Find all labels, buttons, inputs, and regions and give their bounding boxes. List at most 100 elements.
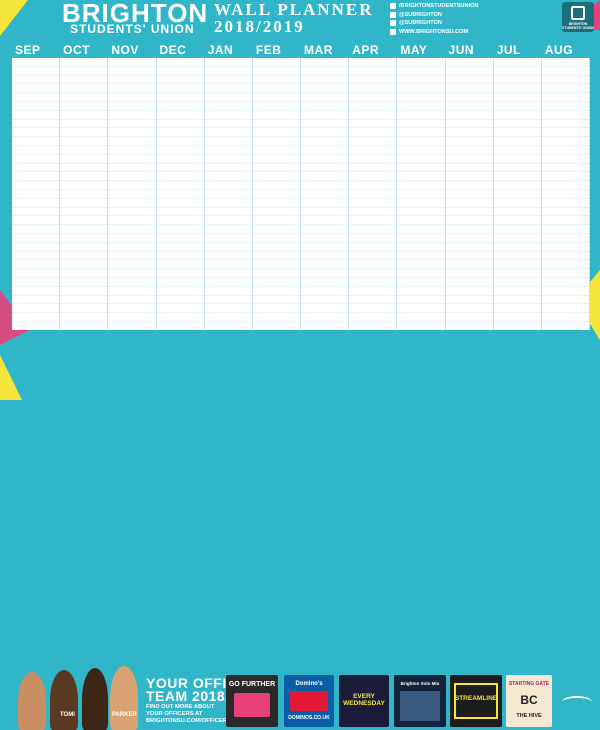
day-cell[interactable] (301, 234, 349, 243)
day-cell[interactable] (156, 278, 204, 287)
day-cell[interactable] (60, 172, 108, 182)
day-cell[interactable] (301, 225, 349, 234)
day-cell[interactable] (301, 252, 349, 261)
day-cell[interactable] (445, 243, 493, 252)
day-cell[interactable] (156, 137, 204, 146)
day-cell[interactable] (301, 93, 349, 102)
day-cell[interactable] (301, 102, 349, 111)
day-cell[interactable] (445, 181, 493, 190)
day-cell[interactable] (60, 137, 108, 146)
day-cell[interactable] (493, 313, 541, 322)
day-cell[interactable] (156, 252, 204, 261)
day-cell[interactable] (108, 216, 156, 226)
day-cell[interactable] (108, 76, 156, 85)
day-cell[interactable] (12, 313, 60, 322)
day-cell[interactable] (60, 164, 108, 173)
day-cell[interactable] (12, 260, 60, 270)
day-cell[interactable] (397, 120, 445, 129)
day-cell[interactable] (156, 208, 204, 217)
day-cell[interactable] (252, 278, 301, 287)
day-cell[interactable] (156, 269, 204, 278)
day-cell[interactable] (204, 304, 252, 314)
day-cell[interactable] (252, 67, 301, 76)
officers-link[interactable]: BRIGHTONSU.COM/OFFICERS (146, 718, 231, 725)
day-cell[interactable] (445, 313, 493, 322)
day-cell[interactable] (301, 208, 349, 217)
day-cell[interactable] (397, 155, 445, 164)
day-cell[interactable] (60, 208, 108, 217)
day-cell[interactable] (108, 208, 156, 217)
day-cell[interactable] (12, 164, 60, 173)
day-cell[interactable] (156, 58, 204, 67)
day-cell[interactable] (60, 120, 108, 129)
day-cell[interactable] (156, 304, 204, 314)
day-cell[interactable] (12, 181, 60, 190)
day-cell[interactable] (12, 120, 60, 129)
day-cell[interactable] (108, 58, 156, 67)
day-cell[interactable] (204, 296, 252, 305)
day-cell[interactable] (108, 234, 156, 243)
day-cell[interactable] (204, 111, 252, 120)
day-cell[interactable] (541, 172, 590, 182)
day-cell[interactable] (108, 102, 156, 111)
day-cell[interactable] (156, 128, 204, 138)
day-cell[interactable] (541, 84, 590, 94)
day-cell[interactable] (12, 128, 60, 138)
day-cell[interactable] (12, 208, 60, 217)
day-cell[interactable] (493, 269, 541, 278)
day-cell[interactable] (60, 146, 108, 155)
day-cell[interactable] (493, 102, 541, 111)
day-cell[interactable] (156, 216, 204, 226)
day-cell[interactable] (204, 243, 252, 252)
day-cell[interactable] (301, 287, 349, 296)
day-cell[interactable] (204, 216, 252, 226)
ad-solo-mio[interactable]: Brighton Solo Mio (394, 675, 446, 727)
day-cell[interactable] (108, 155, 156, 164)
day-cell[interactable] (397, 234, 445, 243)
day-cell[interactable] (493, 146, 541, 155)
day-cell[interactable] (156, 243, 204, 252)
day-cell[interactable] (541, 216, 590, 226)
day-cell[interactable] (12, 287, 60, 296)
day-cell[interactable] (252, 93, 301, 102)
day-cell[interactable] (541, 313, 590, 322)
day-cell[interactable] (541, 234, 590, 243)
ad-dominos[interactable]: Domino's DOMINOS.CO.UK (284, 675, 334, 727)
day-cell[interactable] (204, 322, 252, 330)
day-cell[interactable] (541, 208, 590, 217)
day-cell[interactable] (204, 128, 252, 138)
day-cell[interactable] (204, 260, 252, 270)
day-cell[interactable] (301, 67, 349, 76)
day-cell[interactable] (204, 84, 252, 94)
day-cell[interactable] (445, 111, 493, 120)
day-cell[interactable] (204, 234, 252, 243)
day-cell[interactable] (397, 313, 445, 322)
day-cell[interactable] (12, 269, 60, 278)
day-cell[interactable] (493, 225, 541, 234)
social-twitter[interactable]: @SUBRIGHTON (399, 11, 442, 20)
day-cell[interactable] (493, 76, 541, 85)
day-cell[interactable] (252, 225, 301, 234)
day-cell[interactable] (204, 225, 252, 234)
day-cell[interactable] (541, 181, 590, 190)
day-cell[interactable] (541, 137, 590, 146)
day-cell[interactable] (252, 243, 301, 252)
day-cell[interactable] (108, 146, 156, 155)
day-cell[interactable] (252, 164, 301, 173)
day-cell[interactable] (156, 67, 204, 76)
day-cell[interactable] (204, 287, 252, 296)
day-cell[interactable] (493, 155, 541, 164)
day-cell[interactable] (252, 313, 301, 322)
day-cell[interactable] (445, 164, 493, 173)
day-cell[interactable] (493, 260, 541, 270)
day-cell[interactable] (493, 164, 541, 173)
day-cell[interactable] (60, 181, 108, 190)
day-cell[interactable] (60, 243, 108, 252)
ad-every-wednesday[interactable]: EVERY WEDNESDAY (339, 675, 389, 727)
day-cell[interactable] (397, 58, 445, 67)
day-cell[interactable] (12, 278, 60, 287)
day-cell[interactable] (445, 137, 493, 146)
day-cell[interactable] (156, 234, 204, 243)
day-cell[interactable] (204, 155, 252, 164)
day-cell[interactable] (156, 93, 204, 102)
